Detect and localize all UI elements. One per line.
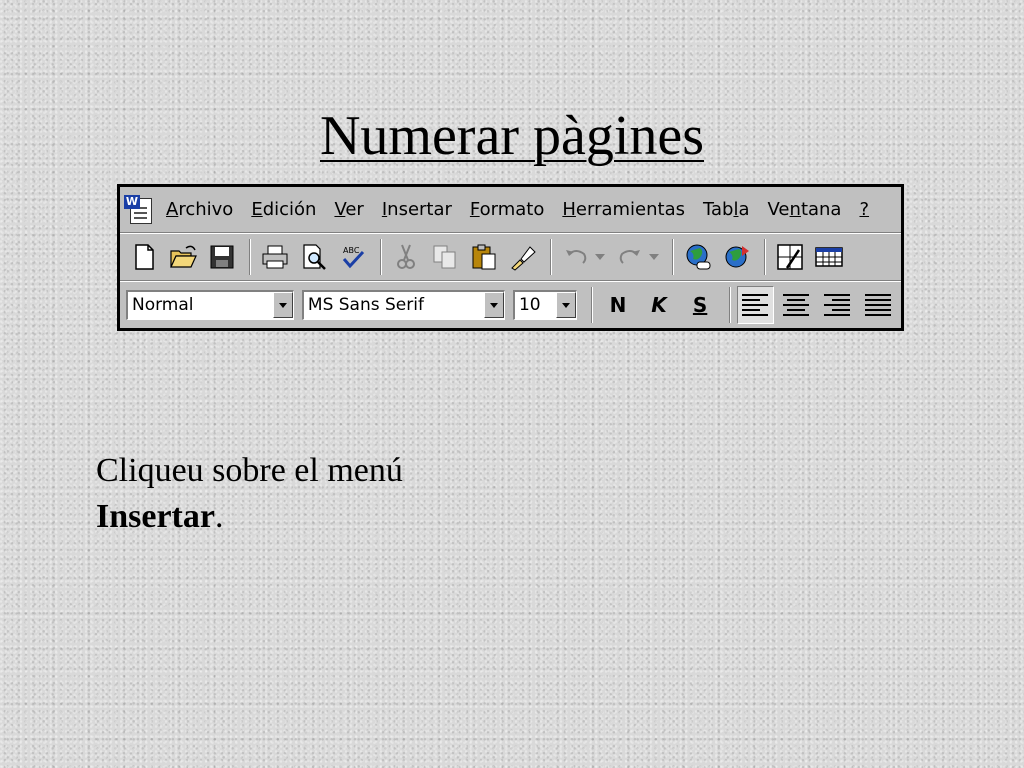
svg-text:ABC: ABC [343, 246, 360, 255]
underline-button[interactable]: S [682, 286, 719, 324]
open-folder-icon[interactable] [165, 239, 201, 275]
standard-toolbar: ABC [120, 233, 901, 281]
cut-icon[interactable] [388, 239, 424, 275]
instruction-text: Cliqueu sobre el menú Insertar. [96, 448, 403, 540]
bold-button[interactable]: N [599, 286, 636, 324]
insert-table-icon[interactable] [811, 239, 847, 275]
copy-icon[interactable] [427, 239, 463, 275]
instruction-line: Cliqueu sobre el menú [96, 452, 403, 489]
justify-icon[interactable] [860, 286, 897, 324]
paste-icon[interactable] [466, 239, 502, 275]
insert-hyperlink-icon[interactable] [680, 239, 716, 275]
slide-title: Numerar pàgines [319, 105, 705, 167]
align-left-icon[interactable] [736, 285, 774, 324]
italic-button[interactable]: K [640, 286, 677, 324]
chevron-down-icon[interactable] [556, 292, 577, 318]
tables-borders-icon[interactable] [772, 239, 808, 275]
menu-edicion[interactable]: Edición [242, 199, 325, 220]
web-toolbar-icon[interactable] [719, 239, 755, 275]
print-icon[interactable] [257, 239, 293, 275]
menu-archivo[interactable]: Archivo [164, 199, 242, 220]
menu-tabla[interactable]: Tabla [694, 199, 759, 220]
chevron-down-icon[interactable] [483, 292, 504, 318]
font-size-value: 10 [518, 295, 541, 315]
menu-ver[interactable]: Ver [325, 199, 372, 220]
save-icon[interactable] [204, 239, 240, 275]
redo-icon[interactable] [612, 239, 648, 275]
instruction-bold-term: Insertar [96, 498, 215, 535]
chevron-down-icon[interactable] [272, 292, 293, 318]
font-combo[interactable]: MS Sans Serif [301, 289, 505, 320]
undo-dropdown-icon[interactable] [594, 239, 606, 275]
menu-herramientas[interactable]: Herramientas [553, 199, 694, 220]
font-value: MS Sans Serif [307, 295, 424, 315]
style-combo[interactable]: Normal [126, 289, 294, 320]
menu-help[interactable]: ? [850, 199, 878, 220]
instruction-period: . [214, 498, 224, 535]
print-preview-icon[interactable] [296, 239, 332, 275]
style-value: Normal [132, 295, 194, 315]
redo-dropdown-icon[interactable] [648, 239, 660, 275]
new-document-icon[interactable] [126, 239, 162, 275]
menu-ventana[interactable]: Ventana [759, 199, 851, 220]
menu-insertar[interactable]: Insertar [373, 199, 461, 220]
undo-icon[interactable] [558, 239, 594, 275]
formatting-toolbar: Normal MS Sans Serif 10 N K S [120, 281, 901, 327]
instruction-line-2: Insertar. [96, 494, 403, 540]
menu-formato[interactable]: Formato [461, 199, 553, 220]
font-size-combo[interactable]: 10 [512, 289, 578, 320]
format-painter-icon[interactable] [505, 239, 541, 275]
menu-bar: W Archivo Edición Ver Insertar Formato H… [120, 187, 901, 233]
word-window-screenshot: W Archivo Edición Ver Insertar Formato H… [117, 184, 904, 331]
center-icon[interactable] [778, 286, 815, 324]
spelling-icon[interactable]: ABC [335, 239, 371, 275]
align-right-icon[interactable] [819, 286, 856, 324]
word-app-icon[interactable]: W [124, 194, 154, 225]
